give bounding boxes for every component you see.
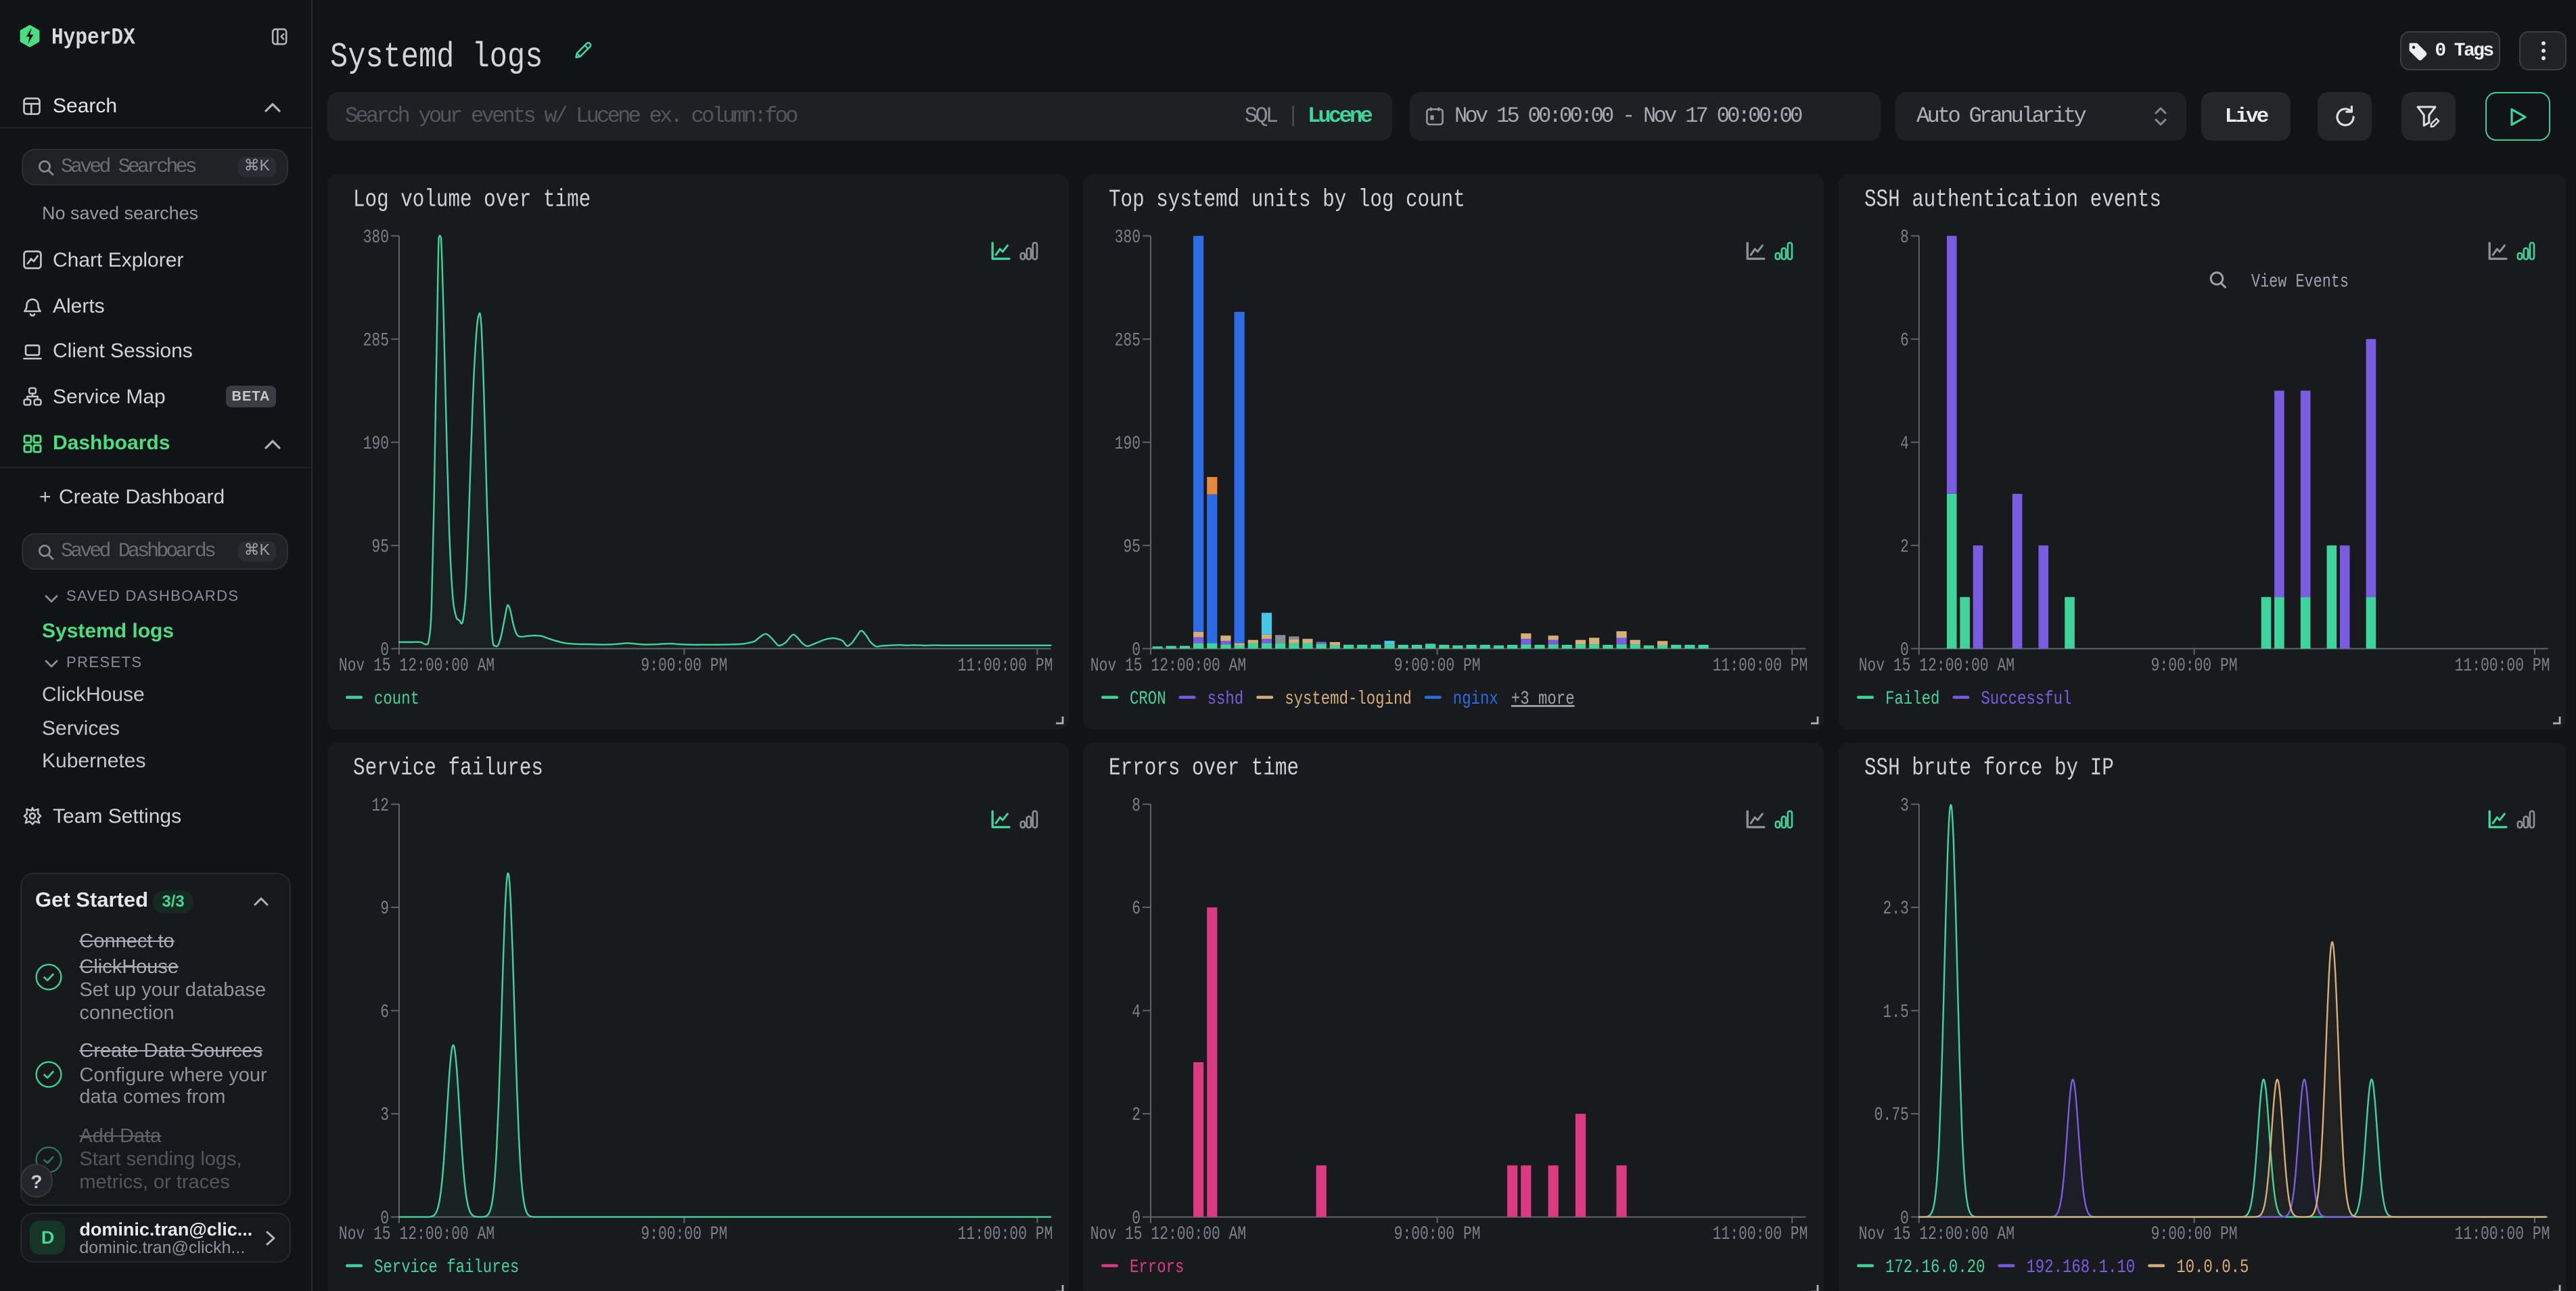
svg-text:systemd-logind: systemd-logind [1285,689,1412,710]
svg-text:172.16.0.20: 172.16.0.20 [1885,1257,1985,1278]
svg-text:sshd: sshd [1208,689,1244,710]
svg-text:Successful: Successful [1981,689,2071,710]
svg-text:SSH authentication events: SSH authentication events [1864,186,2161,214]
svg-text:Top systemd units by log count: Top systemd units by log count [1109,186,1465,214]
svg-text:2: 2 [1900,537,1909,558]
svg-text:8: 8 [1132,796,1141,817]
svg-text:2.3: 2.3 [1883,899,1908,920]
svg-text:190: 190 [363,434,389,455]
svg-text:9:00:00 PM: 9:00:00 PM [1394,656,1481,677]
svg-text:Service failures: Service failures [374,1257,519,1278]
svg-text:192.168.1.10: 192.168.1.10 [2026,1257,2135,1278]
svg-text:Errors over time: Errors over time [1109,754,1299,782]
svg-text:CRON: CRON [1130,689,1166,710]
svg-text:SSH brute force by IP: SSH brute force by IP [1864,754,2114,782]
svg-text:11:00:00 PM: 11:00:00 PM [2455,656,2550,677]
svg-text:11:00:00 PM: 11:00:00 PM [2455,1224,2550,1245]
svg-text:6: 6 [380,1002,389,1023]
svg-text:6: 6 [1132,899,1141,920]
svg-text:10.0.0.5: 10.0.0.5 [2176,1257,2249,1278]
svg-text:Nov 15 12:00:00 AM: Nov 15 12:00:00 AM [339,1224,495,1245]
svg-text:95: 95 [371,537,389,558]
svg-text:9: 9 [380,899,389,920]
svg-text:380: 380 [363,227,389,248]
svg-text:Nov 15 12:00:00 AM: Nov 15 12:00:00 AM [1859,1224,2015,1245]
svg-text:Nov 15 12:00:00 AM: Nov 15 12:00:00 AM [1090,656,1246,677]
svg-text:9:00:00 PM: 9:00:00 PM [641,656,727,677]
svg-text:Nov 15 12:00:00 AM: Nov 15 12:00:00 AM [339,656,495,677]
svg-text:3: 3 [1900,796,1909,817]
svg-text:View Events: View Events [2251,271,2349,292]
svg-text:0.75: 0.75 [1874,1105,1909,1126]
svg-text:Systemd logs: Systemd logs [330,37,543,77]
svg-text:9:00:00 PM: 9:00:00 PM [1394,1224,1481,1245]
svg-text:Nov 15 12:00:00 AM: Nov 15 12:00:00 AM [1090,1224,1246,1245]
svg-text:11:00:00 PM: 11:00:00 PM [958,1224,1053,1245]
svg-text:Errors: Errors [1130,1257,1184,1278]
svg-text:3: 3 [380,1105,389,1126]
svg-text:4: 4 [1132,1002,1141,1023]
svg-text:9:00:00 PM: 9:00:00 PM [2151,656,2238,677]
svg-text:11:00:00 PM: 11:00:00 PM [958,656,1053,677]
svg-text:380: 380 [1115,227,1141,248]
svg-text:285: 285 [1115,330,1141,351]
svg-text:6: 6 [1900,330,1909,351]
svg-text:+3 more: +3 more [1511,689,1575,710]
svg-text:4: 4 [1900,434,1909,455]
svg-text:95: 95 [1123,537,1141,558]
svg-text:11:00:00 PM: 11:00:00 PM [1713,656,1808,677]
svg-text:Nov 15 12:00:00 AM: Nov 15 12:00:00 AM [1859,656,2015,677]
svg-text:1.5: 1.5 [1883,1002,1908,1023]
svg-text:8: 8 [1900,227,1909,248]
svg-text:count: count [374,689,419,710]
svg-text:11:00:00 PM: 11:00:00 PM [1713,1224,1808,1245]
svg-text:9:00:00 PM: 9:00:00 PM [2151,1224,2238,1245]
svg-text:Service failures: Service failures [353,754,543,782]
svg-text:Log volume over time: Log volume over time [353,186,591,214]
svg-text:285: 285 [363,330,389,351]
svg-text:190: 190 [1115,434,1141,455]
svg-text:HyperDX: HyperDX [51,26,135,51]
svg-text:9:00:00 PM: 9:00:00 PM [641,1224,727,1245]
svg-text:12: 12 [371,796,389,817]
svg-text:2: 2 [1132,1105,1141,1126]
svg-text:Failed: Failed [1885,689,1939,710]
svg-text:nginx: nginx [1453,689,1498,710]
